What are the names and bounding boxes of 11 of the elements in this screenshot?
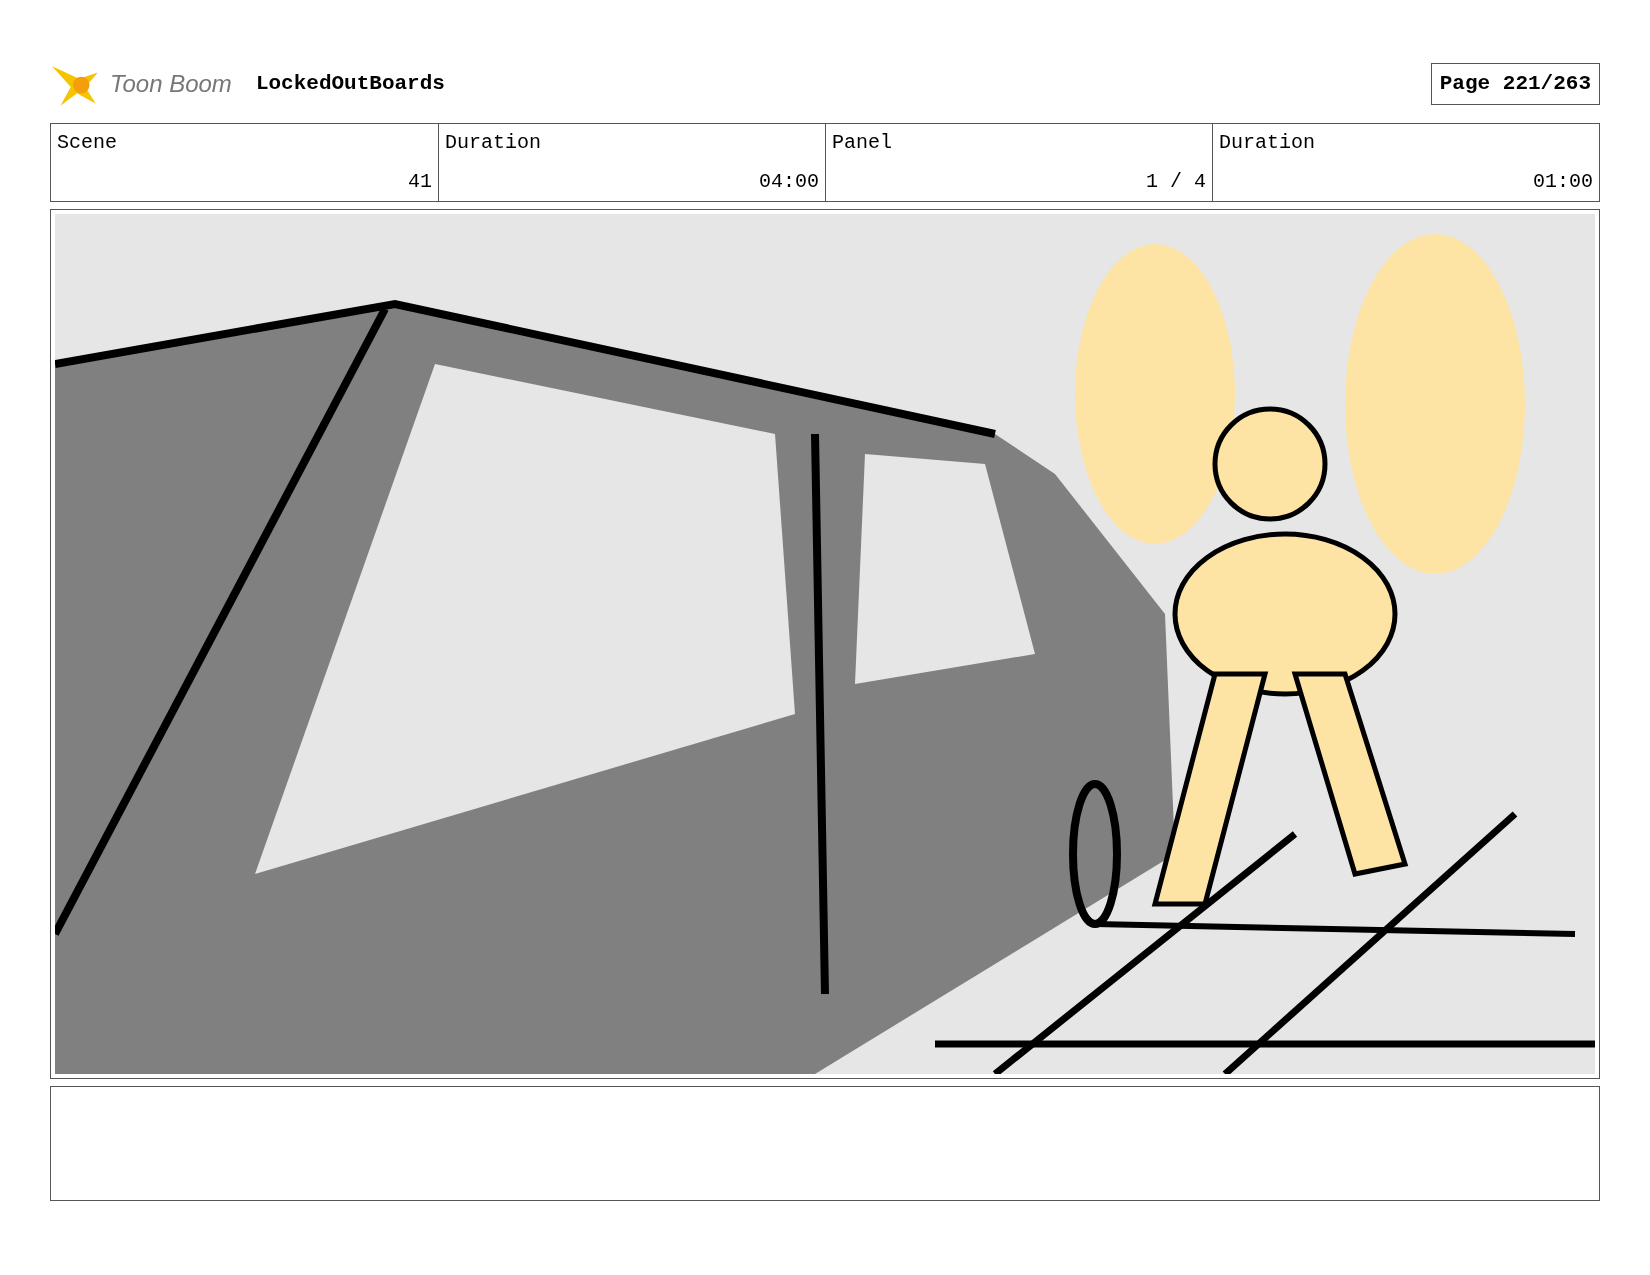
column-header: Duration — [445, 130, 541, 156]
table-cell-text: 01:00 — [1533, 169, 1593, 195]
column-header: Duration — [1219, 130, 1315, 156]
logo-text: Toon Boom — [110, 69, 232, 99]
page-number: Page 221/263 — [1430, 63, 1600, 105]
table-cell-text: 1 / 4 — [1146, 169, 1206, 195]
project-title: LockedOutBoards — [255, 71, 445, 98]
column-header: Panel — [832, 130, 892, 156]
column-header: Scene — [57, 130, 117, 156]
table-cell-text: 41 — [408, 169, 432, 195]
table-cell-text: 04:00 — [759, 169, 819, 195]
